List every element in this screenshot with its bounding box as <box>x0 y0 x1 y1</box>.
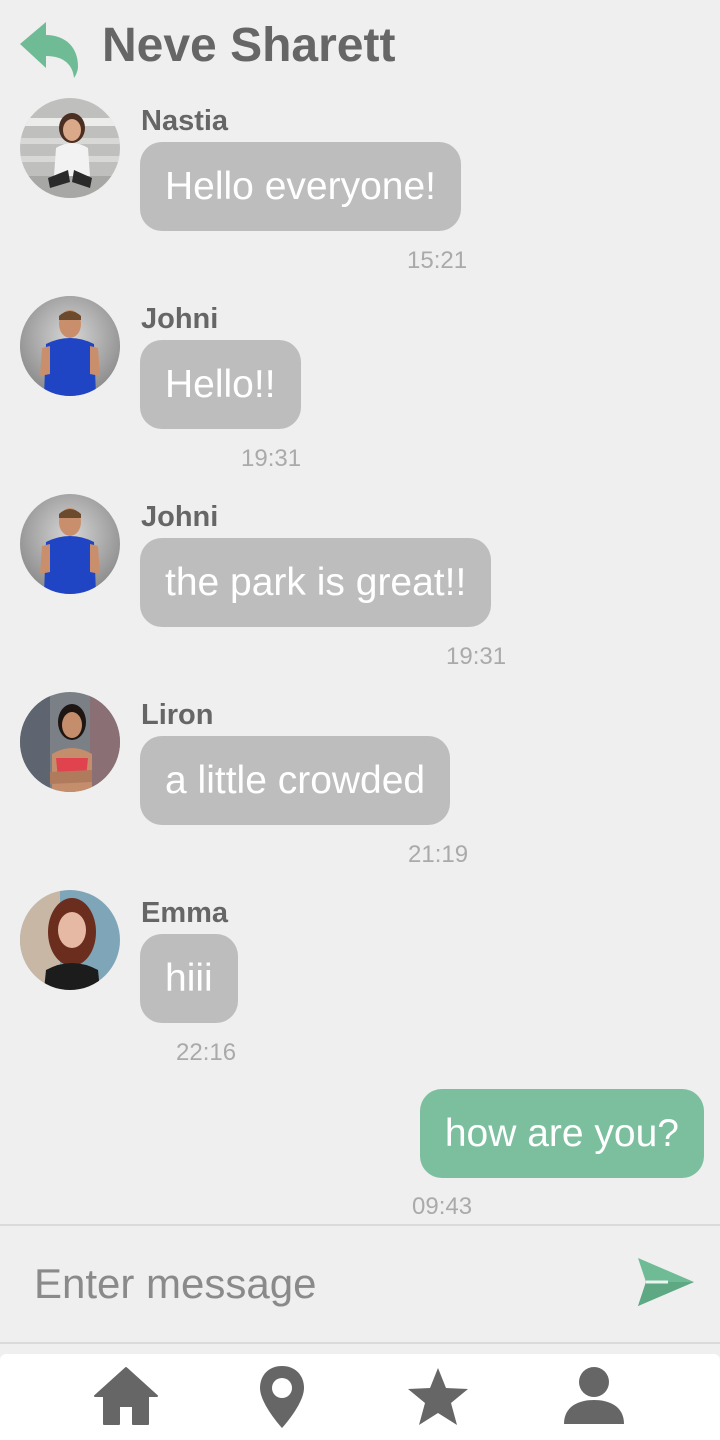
chat-header: Neve Sharett <box>0 0 720 92</box>
message-bubble[interactable]: the park is great!! <box>140 538 492 627</box>
message-bubble[interactable]: Hello!! <box>140 340 301 429</box>
avatar[interactable] <box>20 890 120 990</box>
message-bubble[interactable]: Hello everyone! <box>140 142 461 231</box>
chat-message: Johni Hello!! 19:31 <box>0 290 720 488</box>
profile-icon <box>564 1367 624 1424</box>
reply-arrow-icon <box>20 22 78 78</box>
user-photo <box>20 494 120 594</box>
nav-profile[interactable] <box>559 1362 629 1432</box>
message-bubble[interactable]: a little crowded <box>140 736 451 825</box>
avatar[interactable] <box>20 296 120 396</box>
back-button[interactable] <box>18 20 82 78</box>
chat-message: Liron a little crowded 21:19 <box>0 686 720 884</box>
message-input[interactable] <box>30 1246 618 1322</box>
user-photo <box>20 98 120 198</box>
message-composer <box>0 1224 720 1344</box>
avatar[interactable] <box>20 692 120 792</box>
send-button[interactable] <box>632 1250 698 1316</box>
chat-message: Nastia Hello everyone! 15:21 <box>0 92 720 290</box>
nav-location[interactable] <box>247 1362 317 1432</box>
nav-home[interactable] <box>91 1362 161 1432</box>
location-pin-icon <box>260 1366 304 1428</box>
home-icon <box>94 1367 158 1425</box>
send-paper-plane-icon <box>638 1258 694 1306</box>
chat-message: Emma hiii 22:16 <box>0 884 720 1082</box>
user-photo <box>20 296 120 396</box>
outgoing-message-timestamp: 09:43 <box>412 1193 473 1220</box>
outgoing-message-bubble[interactable]: how are you? <box>419 1089 704 1178</box>
chat-message: Johni the park is great!! 19:31 <box>0 488 720 686</box>
chat-message-list[interactable]: Nastia Hello everyone! 15:21 Johni Hello… <box>0 92 720 1222</box>
sender-name: Nastia <box>141 105 229 137</box>
message-timestamp: 19:31 <box>241 445 302 472</box>
sender-name: Liron <box>141 699 214 731</box>
user-photo <box>20 692 120 792</box>
avatar[interactable] <box>20 494 120 594</box>
avatar[interactable] <box>20 98 120 198</box>
bottom-navigation <box>0 1354 720 1440</box>
sender-name: Emma <box>141 897 229 929</box>
user-photo <box>20 890 120 990</box>
message-timestamp: 21:19 <box>408 841 469 868</box>
sender-name: Johni <box>141 303 219 335</box>
nav-favorites[interactable] <box>403 1362 473 1432</box>
message-bubble[interactable]: hiii <box>140 934 238 1023</box>
message-timestamp: 15:21 <box>407 247 468 274</box>
sender-name: Johni <box>141 501 219 533</box>
message-timestamp: 19:31 <box>446 643 507 670</box>
page-title: Neve Sharett <box>102 19 396 72</box>
message-timestamp: 22:16 <box>176 1039 237 1066</box>
star-icon <box>408 1368 468 1425</box>
